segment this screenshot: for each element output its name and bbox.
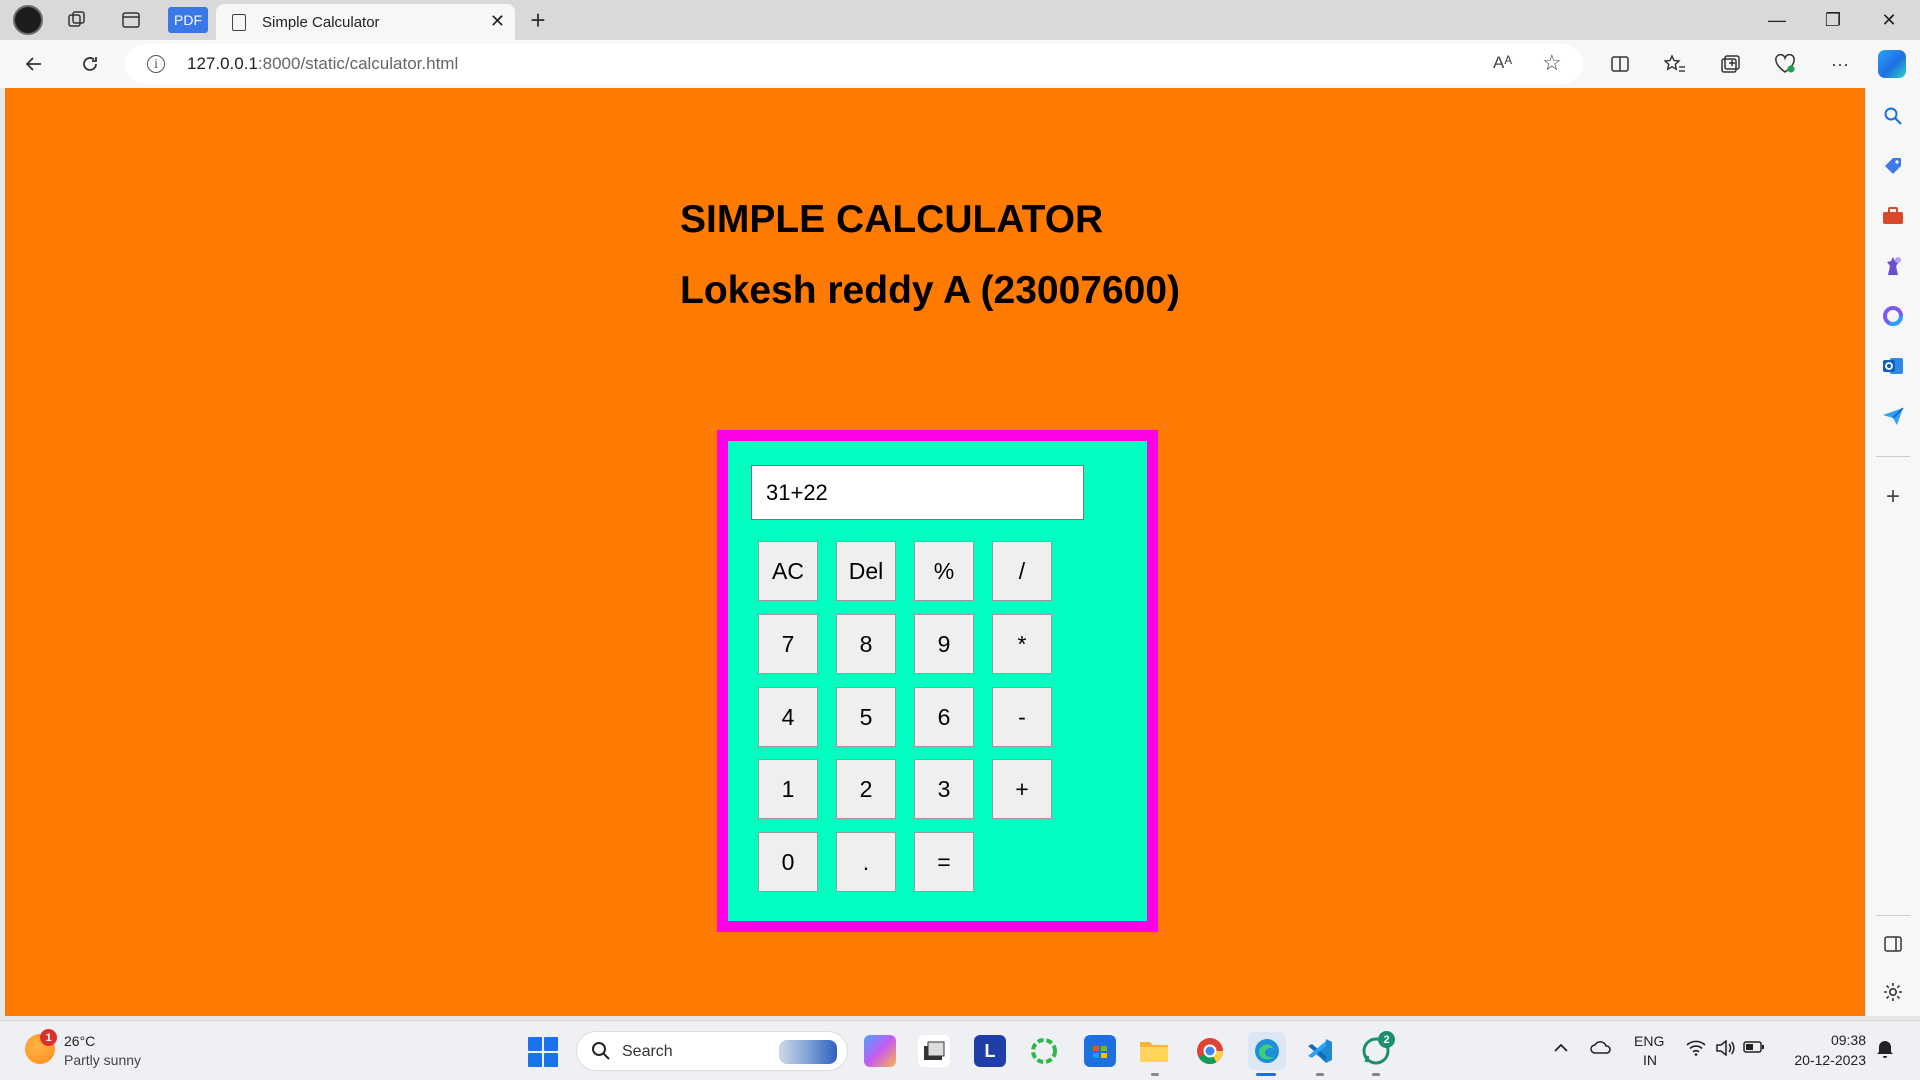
vertical-tabs-icon[interactable] — [117, 6, 145, 34]
page-title: SIMPLE CALCULATOR — [680, 198, 1104, 241]
taskbar: 1 26°C Partly sunny Search L 2 ENG IN 09… — [0, 1020, 1920, 1080]
running-indicator — [1151, 1073, 1159, 1076]
key-equals-button[interactable]: = — [914, 832, 974, 892]
tab-title: Simple Calculator — [262, 13, 380, 31]
file-explorer-icon[interactable] — [918, 1035, 950, 1067]
search-highlight-image — [779, 1040, 837, 1064]
key-multiply-button[interactable]: * — [992, 614, 1052, 674]
clock-date[interactable]: 20-12-2023 — [1783, 1052, 1866, 1068]
whatsapp-unread-badge: 2 — [1378, 1031, 1395, 1048]
key-add-button[interactable]: + — [992, 759, 1052, 819]
restore-button[interactable]: ❐ — [1810, 6, 1856, 34]
close-tab-icon[interactable]: ✕ — [490, 11, 505, 32]
shopping-tag-icon[interactable] — [1879, 152, 1907, 180]
key-2-button[interactable]: 2 — [836, 759, 896, 819]
microsoft-store-icon[interactable] — [1084, 1035, 1116, 1067]
key-decimal-button[interactable]: . — [836, 832, 896, 892]
key-7-button[interactable]: 7 — [758, 614, 818, 674]
refresh-icon[interactable] — [76, 50, 104, 78]
collections-icon[interactable] — [1716, 50, 1744, 78]
key-8-button[interactable]: 8 — [836, 614, 896, 674]
search-icon — [591, 1041, 611, 1067]
chrome-icon[interactable] — [1194, 1035, 1226, 1067]
folder-icon[interactable] — [1138, 1035, 1170, 1067]
settings-gear-icon[interactable] — [1879, 978, 1907, 1006]
profile-avatar[interactable] — [13, 5, 43, 35]
tab-bar: PDF Simple Calculator ✕ + — ❐ ✕ — [0, 0, 1920, 40]
app-l-icon[interactable]: L — [974, 1035, 1006, 1067]
new-tab-button[interactable]: + — [524, 5, 552, 35]
language-code[interactable]: ENG — [1634, 1033, 1664, 1049]
pdf-tab-label: PDF — [174, 12, 202, 28]
calculator-display[interactable]: 31+22 — [751, 465, 1084, 520]
search-icon[interactable] — [1879, 102, 1907, 130]
language-region[interactable]: IN — [1643, 1052, 1657, 1068]
browser-essentials-icon[interactable] — [1771, 50, 1799, 78]
workspaces-icon[interactable] — [63, 6, 91, 34]
site-info-icon[interactable]: i — [147, 55, 165, 73]
read-aloud-icon[interactable]: Aᴬ — [1493, 53, 1512, 73]
key-delete-button[interactable]: Del — [836, 541, 896, 601]
send-paper-plane-icon[interactable] — [1879, 402, 1907, 430]
url-text[interactable]: 127.0.0.1:8000/static/calculator.html — [187, 54, 458, 74]
active-app-indicator — [1256, 1073, 1276, 1076]
key-6-button[interactable]: 6 — [914, 687, 974, 747]
volume-icon[interactable] — [1715, 1039, 1735, 1061]
close-window-button[interactable]: ✕ — [1866, 6, 1912, 34]
weather-temperature[interactable]: 26°C — [64, 1033, 95, 1049]
vscode-icon[interactable] — [1304, 1035, 1336, 1067]
page-icon — [232, 13, 246, 31]
wifi-icon[interactable] — [1686, 1040, 1706, 1061]
clock-time[interactable]: 09:38 — [1830, 1032, 1866, 1048]
more-options-icon[interactable]: ··· — [1826, 50, 1854, 78]
add-sidebar-app-icon[interactable]: + — [1879, 483, 1907, 511]
copilot-icon[interactable] — [1878, 50, 1906, 78]
key-1-button[interactable]: 1 — [758, 759, 818, 819]
key-3-button[interactable]: 3 — [914, 759, 974, 819]
back-arrow-icon[interactable] — [20, 50, 48, 78]
onedrive-cloud-icon[interactable] — [1590, 1040, 1612, 1059]
split-screen-icon[interactable] — [1606, 50, 1634, 78]
running-indicator — [1316, 1073, 1324, 1076]
edge-sidebar: + — [1866, 88, 1920, 1016]
key-percent-button[interactable]: % — [914, 541, 974, 601]
page-viewport: SIMPLE CALCULATOR Lokesh reddy A (230076… — [5, 88, 1865, 1016]
taskbar-search[interactable]: Search — [576, 1031, 848, 1071]
address-bar[interactable]: i 127.0.0.1:8000/static/calculator.html … — [125, 44, 1583, 84]
key-0-button[interactable]: 0 — [758, 832, 818, 892]
hide-sidebar-icon[interactable] — [1879, 930, 1907, 958]
running-indicator — [1372, 1073, 1380, 1076]
notification-bell-icon[interactable] — [1876, 1038, 1894, 1063]
green-circle-app-icon[interactable] — [1028, 1035, 1060, 1067]
author-heading: Lokesh reddy A (23007600) — [680, 269, 1181, 312]
favorite-star-icon[interactable]: ☆ — [1542, 50, 1562, 76]
key-4-button[interactable]: 4 — [758, 687, 818, 747]
weather-condition[interactable]: Partly sunny — [64, 1052, 141, 1068]
outlook-icon[interactable] — [1879, 352, 1907, 380]
microsoft-365-icon[interactable] — [1879, 302, 1907, 330]
chevron-up-icon[interactable] — [1553, 1040, 1569, 1058]
minimize-button[interactable]: — — [1754, 6, 1800, 34]
weather-notification-badge: 1 — [40, 1029, 57, 1046]
favorites-icon[interactable] — [1661, 50, 1689, 78]
search-label: Search — [622, 1043, 673, 1060]
url-host: 127.0.0.1 — [187, 54, 258, 73]
key-subtract-button[interactable]: - — [992, 687, 1052, 747]
edge-icon[interactable] — [1248, 1032, 1286, 1070]
key-divide-button[interactable]: / — [992, 541, 1052, 601]
copilot-preview-icon[interactable] — [864, 1035, 896, 1067]
url-path: :8000/static/calculator.html — [257, 54, 459, 73]
start-button[interactable] — [528, 1037, 558, 1067]
games-icon[interactable] — [1879, 252, 1907, 280]
tab-simple-calculator[interactable]: Simple Calculator ✕ — [216, 4, 515, 40]
battery-icon[interactable] — [1743, 1040, 1765, 1059]
key-9-button[interactable]: 9 — [914, 614, 974, 674]
key-all-clear-button[interactable]: AC — [758, 541, 818, 601]
tools-briefcase-icon[interactable] — [1879, 202, 1907, 230]
sidebar-divider — [1876, 456, 1910, 457]
sidebar-divider — [1876, 915, 1910, 916]
pdf-tab[interactable]: PDF — [168, 7, 208, 33]
key-5-button[interactable]: 5 — [836, 687, 896, 747]
calculator-panel: 31+22 AC Del% / 7 8 9 * 4 5 6- 1 2 3 +0. = — [717, 430, 1158, 932]
